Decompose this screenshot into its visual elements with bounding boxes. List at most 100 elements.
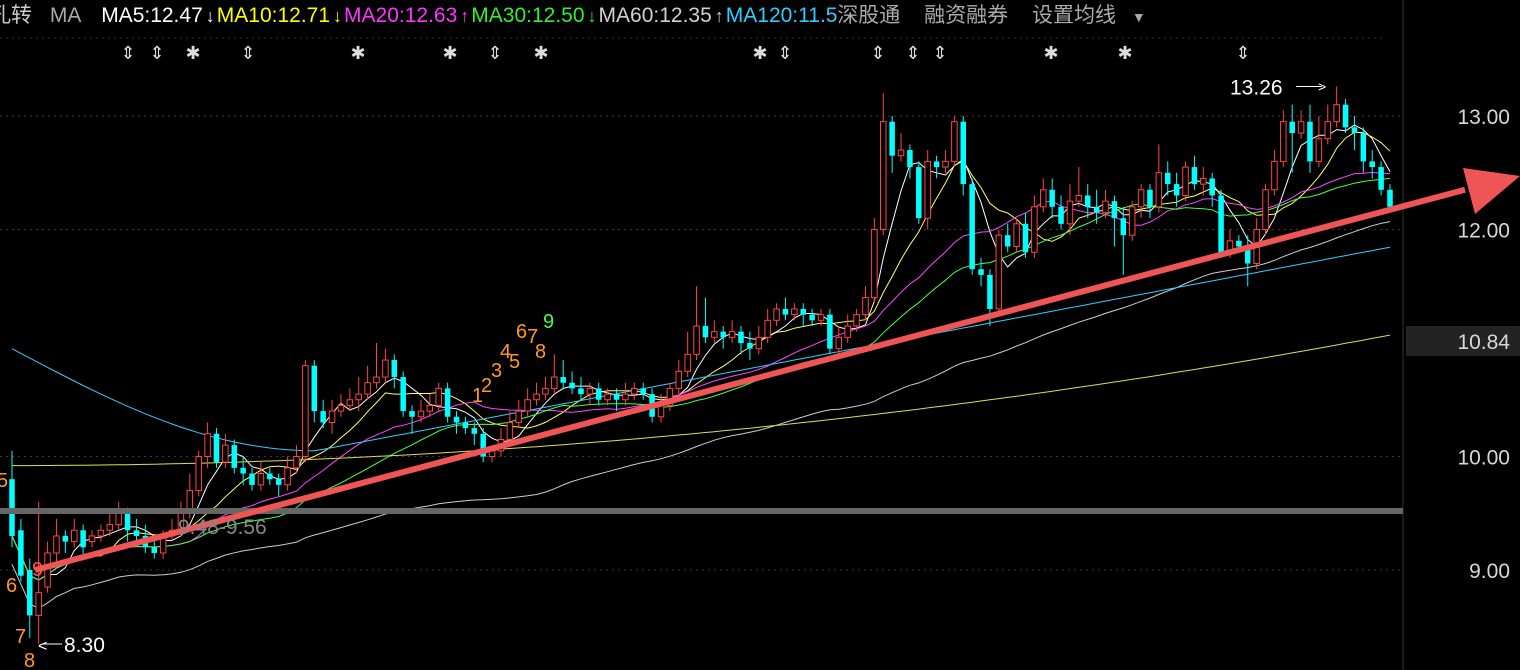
candle-body [346, 399, 354, 406]
candle-body [604, 393, 611, 401]
candle-body [257, 473, 265, 486]
settings-ma-button[interactable]: 设置均线 [1032, 4, 1116, 27]
candle-body [924, 160, 931, 219]
candle-body [1297, 121, 1305, 134]
candle-body [871, 229, 878, 299]
candle-body [800, 308, 806, 315]
candle-body [320, 411, 326, 423]
asterisk-icon: ✱ [1043, 43, 1058, 64]
updown-arrow-icon: ⇕ [149, 43, 164, 64]
caret-down-icon[interactable]: ▼ [1132, 9, 1146, 25]
td-count: 8 [24, 650, 35, 670]
asterisk-icon: ✱ [533, 43, 548, 64]
candle-body [426, 404, 434, 412]
ma-item-2: MA20:12.63 [344, 4, 458, 27]
candle-body [764, 319, 771, 338]
high-price-label: 13.26 [1230, 76, 1283, 99]
trend-arrowhead [1463, 168, 1520, 214]
ma120-line [11, 246, 1391, 452]
candle-body [311, 365, 318, 412]
candle-body [133, 530, 140, 536]
candle-body [124, 513, 131, 531]
asterisk-icon: ✱ [442, 43, 457, 64]
candle-body [675, 370, 683, 389]
candle-body [293, 456, 300, 469]
candle-body [791, 308, 798, 316]
candle-body [391, 360, 398, 378]
y-tick-label: 10.00 [1457, 447, 1510, 470]
candle-body [337, 404, 345, 412]
candle-body [987, 274, 993, 309]
candle-body [9, 479, 15, 536]
candle-body [542, 387, 549, 395]
candle-body [551, 376, 558, 389]
td-count: 5 [0, 470, 8, 492]
candle-body [1262, 189, 1269, 230]
arrow-down-icon: ↓ [587, 6, 597, 26]
candle-body [1280, 121, 1287, 162]
candle-body [586, 387, 594, 395]
candle-body [1120, 218, 1127, 236]
candle-body [97, 529, 105, 537]
candle-body [596, 388, 602, 400]
candle-body [506, 421, 514, 440]
tag-hk-connect[interactable]: 深股通 [837, 4, 900, 27]
candle-body [560, 377, 566, 383]
candle-body [1058, 206, 1064, 224]
candle-body [1209, 178, 1215, 196]
candle-body [1218, 195, 1224, 253]
candle-body [738, 331, 744, 343]
candle-body [1360, 133, 1367, 162]
candle-body [249, 473, 255, 485]
candle-body [284, 467, 291, 486]
candle-body [1155, 172, 1163, 208]
ma-item-3: MA30:12.50 [471, 4, 585, 27]
candle-body [231, 445, 238, 468]
arrow-down-icon: ↓ [333, 6, 343, 26]
candle-body [755, 336, 763, 350]
candle-body [1022, 223, 1029, 253]
candle-body [240, 467, 246, 474]
candle-body [364, 382, 371, 395]
candle-body [1173, 184, 1180, 196]
updown-arrow-icon: ⇕ [905, 43, 920, 64]
arrow-up-icon: ↑ [714, 6, 724, 26]
candle-body [222, 444, 229, 463]
grid-lines [0, 0, 1404, 670]
td-count: 7 [15, 626, 26, 648]
high-arrow-icon: > [1318, 78, 1326, 94]
candle-body [355, 393, 362, 401]
candlestick-chart[interactable]: ⇕ ⇕ ✱ ⇕ ✱ ✱ ⇕ ✱ ✱ ⇕ ⇕ ⇕ ⇕ ✱ ✱ ⇕ 13.26 >8.30 <9.48-9.56 9 5 6… [0, 0, 1520, 670]
ma-item-4: MA60:12.35 [598, 4, 712, 27]
candle-body [1333, 104, 1340, 123]
candle-body [1191, 167, 1198, 185]
tag-margin-trading[interactable]: 融资融券 [924, 4, 1008, 27]
candle-body [1315, 138, 1323, 162]
candle-body [1004, 235, 1011, 247]
candle-body [88, 535, 96, 543]
updown-arrow-icon: ⇕ [120, 43, 135, 64]
asterisk-icon: ✱ [350, 43, 365, 64]
indicator-label[interactable]: MA [50, 4, 82, 27]
candle-body [533, 393, 540, 401]
candle-body [213, 433, 220, 463]
candle-body [1378, 167, 1384, 190]
candle-body [1111, 201, 1118, 219]
candle-body [302, 365, 309, 458]
candle-body [53, 535, 60, 554]
candle-body [1031, 206, 1038, 253]
candle-body [80, 530, 86, 548]
candles [9, 86, 1393, 644]
td-count: 6 [6, 575, 17, 597]
candle-body [417, 410, 425, 418]
candle-body [835, 336, 843, 350]
arrow-up-icon: ↑ [460, 6, 470, 26]
candle-body [106, 524, 114, 531]
candle-body [889, 121, 895, 156]
ma-item-5: MA120:11.5 [725, 4, 838, 27]
asterisk-icon: ✱ [1117, 43, 1132, 64]
ma-item-0: MA5:12.47 [101, 4, 203, 27]
td-count: 3 [491, 360, 502, 382]
candle-body [728, 331, 736, 338]
candle-body [444, 388, 451, 417]
